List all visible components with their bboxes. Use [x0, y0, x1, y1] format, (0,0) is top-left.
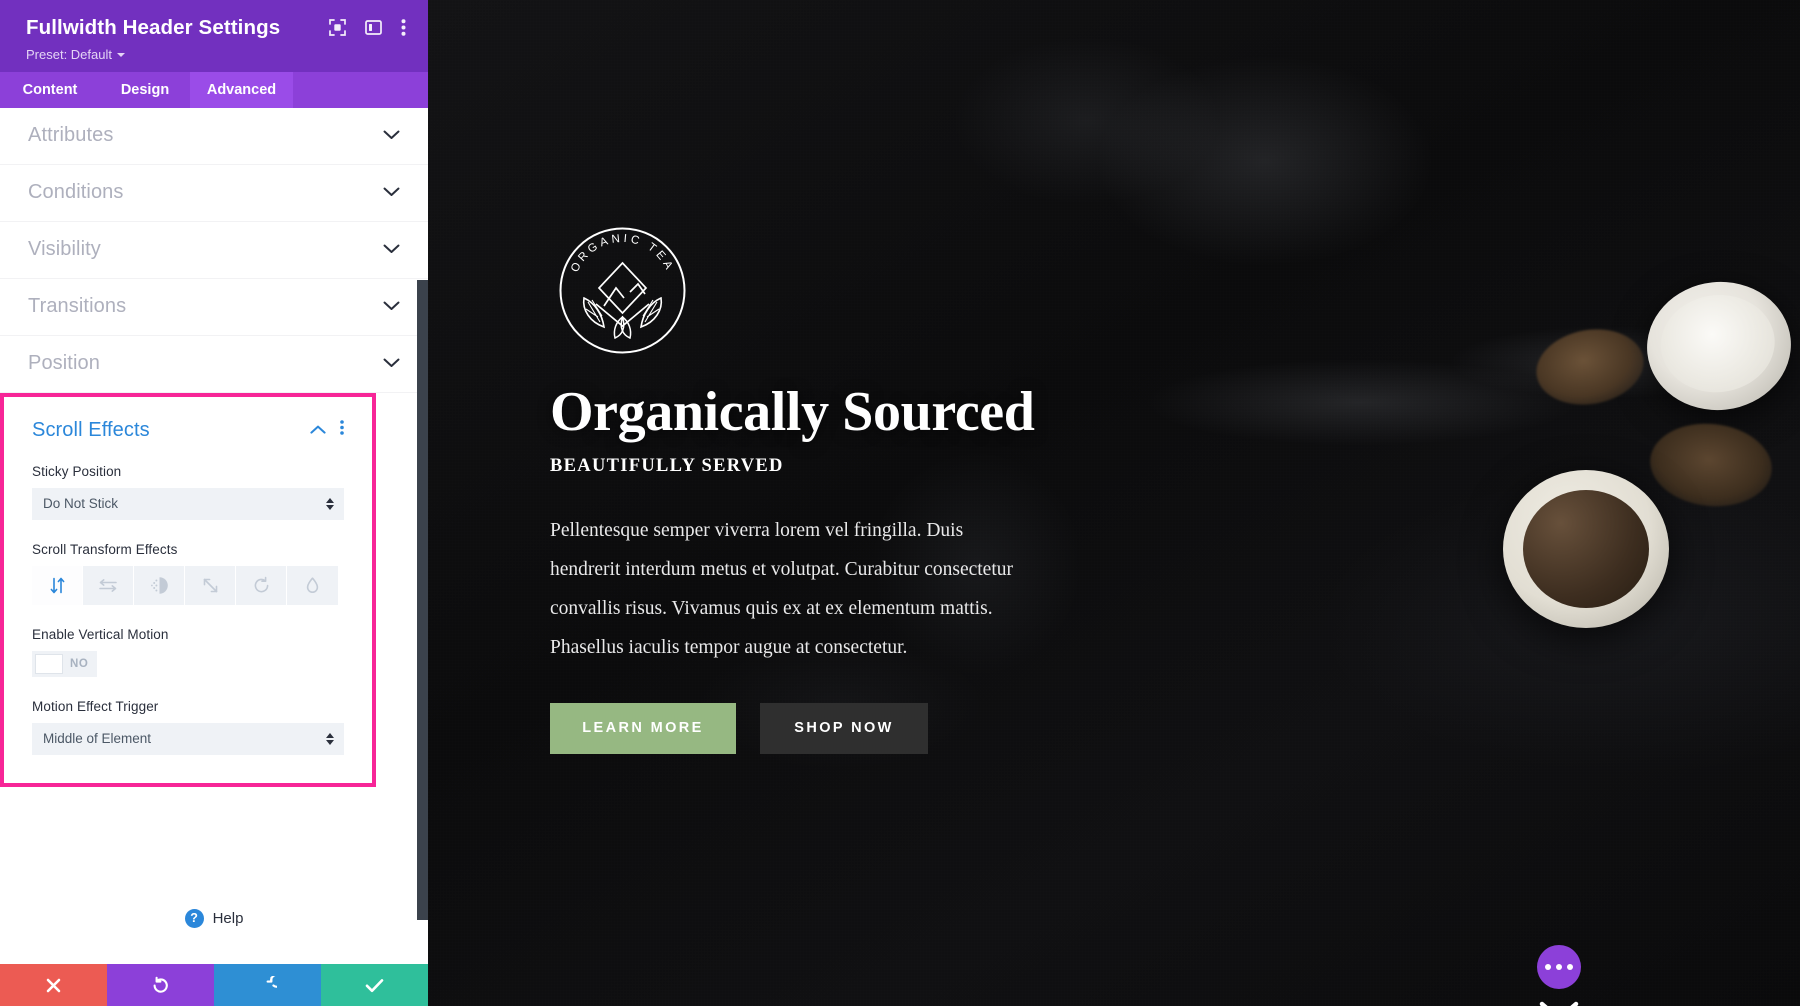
section-label: Attributes — [28, 124, 114, 147]
scroll-transform-effects-group — [32, 565, 344, 605]
more-horizontal-icon — [1567, 964, 1573, 970]
organic-tea-logo: ORGANIC TEA — [550, 218, 695, 363]
chevron-up-icon[interactable] — [310, 421, 326, 439]
fade-icon[interactable] — [134, 565, 185, 605]
toggle-value: NO — [70, 657, 89, 670]
section-attributes[interactable]: Attributes — [0, 108, 428, 165]
stepper-arrows-icon — [326, 497, 334, 510]
motion-effect-trigger-select[interactable]: Middle of Element — [32, 722, 344, 755]
blur-icon[interactable] — [287, 565, 338, 605]
enable-vertical-motion-label: Enable Vertical Motion — [32, 626, 169, 642]
learn-more-button[interactable]: LEARN MORE — [550, 702, 736, 754]
rotating-icon[interactable] — [236, 565, 287, 605]
tab-design[interactable]: Design — [100, 72, 190, 108]
save-button[interactable] — [321, 964, 428, 1006]
section-scroll-effects[interactable]: Scroll Effects Sticky Position Do Not St… — [0, 392, 376, 787]
section-conditions[interactable]: Conditions — [0, 165, 428, 222]
panel-action-bar — [0, 964, 428, 1006]
sticky-position-select[interactable]: Do Not Stick — [32, 487, 344, 520]
hero-content: ORGANIC TEA Organically Sourced BEAUTIFU… — [550, 218, 1070, 754]
more-vertical-icon[interactable] — [340, 420, 344, 440]
page-preview: ORGANIC TEA Organically Sourced BEAUTIFU… — [428, 0, 1800, 1006]
motion-effect-trigger-label: Motion Effect Trigger — [32, 698, 159, 714]
section-label: Transitions — [28, 295, 127, 318]
panel-title: Fullwidth Header Settings — [26, 16, 281, 39]
shop-now-button[interactable]: SHOP NOW — [760, 702, 928, 754]
section-label: Conditions — [28, 181, 124, 204]
tea-bowl-with-leaves — [1503, 470, 1669, 628]
focus-frame-icon[interactable] — [329, 19, 346, 36]
cancel-button[interactable] — [0, 964, 107, 1006]
more-horizontal-icon — [1545, 964, 1551, 970]
section-visibility[interactable]: Visibility — [0, 222, 428, 279]
hero-heading: Organically Sourced — [550, 381, 1035, 443]
panel-body: Attributes Conditions Visibility Transit… — [0, 107, 428, 873]
page-settings-fab[interactable] — [1537, 945, 1581, 989]
section-transitions[interactable]: Transitions — [0, 279, 428, 336]
section-label: Visibility — [28, 238, 101, 261]
chevron-down-icon — [383, 184, 400, 202]
vertical-motion-icon[interactable] — [32, 565, 83, 605]
tab-content[interactable]: Content — [0, 72, 100, 108]
chevron-down-icon — [383, 355, 400, 373]
help-label: Help — [212, 910, 244, 927]
enable-vertical-motion-toggle[interactable]: NO — [32, 650, 97, 677]
panel-header: Fullwidth Header Settings Preset: Defaul… — [0, 0, 428, 72]
preset-selector[interactable]: Preset: Default — [26, 47, 406, 62]
divi-builder-screen: Fullwidth Header Settings Preset: Defaul… — [0, 0, 1800, 1006]
layout-panel-icon[interactable] — [365, 20, 382, 35]
scroll-transform-effects-label: Scroll Transform Effects — [32, 541, 178, 557]
panel-scrollbar[interactable] — [417, 280, 428, 920]
hero-buttons: LEARN MORE SHOP NOW — [550, 702, 1070, 754]
module-settings-panel: Fullwidth Header Settings Preset: Defaul… — [0, 0, 428, 1006]
more-horizontal-icon — [1556, 964, 1562, 970]
undo-button[interactable] — [107, 964, 214, 1006]
stepper-arrows-icon — [326, 732, 334, 745]
svg-text:ORGANIC TEA: ORGANIC TEA — [569, 233, 676, 275]
section-label: Position — [28, 352, 100, 375]
panel-tabs: Content Design Advanced — [0, 71, 428, 108]
chevron-down-icon — [383, 241, 400, 259]
tab-advanced[interactable]: Advanced — [190, 71, 293, 108]
preset-label: Preset: Default — [26, 46, 112, 62]
motion-effect-trigger-value: Middle of Element — [43, 731, 152, 747]
toggle-knob — [35, 653, 63, 674]
horizontal-motion-icon[interactable] — [83, 565, 134, 605]
scroll-effects-label: Scroll Effects — [32, 418, 150, 441]
hero-paragraph: Pellentesque semper viverra lorem vel fr… — [550, 519, 1013, 658]
section-position[interactable]: Position — [0, 336, 428, 393]
more-vertical-icon[interactable] — [401, 19, 406, 36]
sticky-position-label: Sticky Position — [32, 463, 122, 479]
scroll-down-chevron[interactable] — [1536, 1000, 1582, 1006]
redo-button[interactable] — [214, 964, 321, 1006]
help-link[interactable]: ? Help — [0, 873, 428, 964]
chevron-down-icon — [383, 127, 400, 145]
hero-subheading: BEAUTIFULLY SERVED — [550, 455, 784, 476]
sticky-position-value: Do Not Stick — [43, 496, 119, 512]
question-mark-icon: ? — [184, 909, 204, 928]
chevron-down-icon — [383, 298, 400, 316]
caret-down-icon — [117, 53, 125, 58]
scaling-icon[interactable] — [185, 565, 236, 605]
